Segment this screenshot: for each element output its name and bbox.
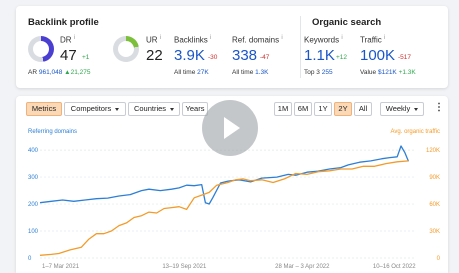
info-icon: i — [159, 35, 162, 41]
left-axis-tick: 400 — [28, 148, 39, 154]
range-1m-button[interactable]: 1M — [274, 102, 292, 116]
x-axis-tick: 28 Mar – 3 Apr 2022 — [275, 264, 330, 270]
left-axis-title: Referring domains — [28, 129, 78, 135]
chevron-down-icon — [115, 107, 120, 111]
ref-domains-all-time: All time 1.3K — [232, 69, 269, 76]
keywords-value[interactable]: 1.1K — [304, 48, 335, 63]
info-icon: i — [210, 35, 212, 41]
range-6m-button[interactable]: 6M — [294, 102, 312, 116]
organic-traffic-line — [39, 160, 409, 256]
info-icon: i — [281, 35, 283, 41]
ref-domains-value[interactable]: 338 — [232, 48, 257, 63]
chevron-down-icon — [170, 107, 175, 111]
traffic-value-row: Value $121K +1.3K — [360, 69, 416, 76]
info-icon: i — [73, 35, 76, 41]
ur-donut-chart — [113, 36, 139, 62]
backlink-profile-title: Backlink profile — [28, 17, 99, 28]
ur-value: 22 — [146, 47, 163, 64]
ref-domains-label[interactable]: Ref. domains i — [232, 35, 283, 45]
range-2y-button[interactable]: 2Y — [334, 102, 352, 116]
years-toggle[interactable]: Years — [182, 102, 208, 116]
x-axis-tick: 13–19 Sep 2021 — [162, 264, 207, 270]
backlinks-delta: -30 — [208, 54, 218, 61]
left-axis-tick: 300 — [28, 175, 39, 181]
dr-value: 47 — [60, 47, 77, 64]
organic-search-title: Organic search — [312, 17, 382, 28]
dr-donut-chart — [28, 36, 54, 62]
keywords-delta: +12 — [336, 54, 348, 61]
dr-label[interactable]: DR i — [60, 35, 75, 45]
right-axis-tick: 120K — [426, 148, 440, 154]
traffic-value[interactable]: 100K — [360, 48, 395, 63]
ref-domains-delta: -47 — [260, 54, 270, 61]
backlinks-all-time: All time 27K — [174, 69, 209, 76]
right-axis-tick: 30K — [429, 229, 440, 235]
keywords-top3: Top 3 255 — [304, 69, 333, 76]
play-video-button[interactable] — [202, 100, 258, 156]
chevron-down-icon — [414, 107, 419, 111]
ar-row: AR 961,048 ▲21,275 — [28, 69, 91, 76]
left-axis-tick: 100 — [28, 229, 39, 235]
left-axis-tick: 200 — [28, 202, 39, 208]
x-axis-tick: 1–7 Mar 2021 — [42, 264, 80, 270]
left-axis-tick: 0 — [28, 256, 32, 262]
backlinks-value[interactable]: 3.9K — [174, 48, 205, 63]
backlinks-label[interactable]: Backlinks i — [174, 35, 211, 45]
right-axis-tick: 60K — [429, 202, 440, 208]
more-options-icon[interactable]: ⋮ — [434, 102, 444, 116]
countries-dropdown[interactable]: Countries — [128, 102, 180, 116]
traffic-chart: 400 300 200 100 0 120K 90K 60K 30K 0 1–7 Mar 2021 1… — [28, 145, 441, 270]
right-axis-tick: 0 — [437, 256, 441, 262]
section-divider — [300, 16, 301, 78]
range-1y-button[interactable]: 1Y — [314, 102, 332, 116]
ur-label[interactable]: UR i — [146, 35, 161, 45]
traffic-label[interactable]: Traffic i — [360, 35, 385, 45]
metrics-tab[interactable]: Metrics — [26, 102, 62, 116]
x-axis-tick: 10–16 Oct 2022 — [373, 264, 416, 270]
keywords-label[interactable]: Keywords i — [304, 35, 343, 45]
dr-delta: +1 — [82, 54, 90, 61]
traffic-delta: -517 — [398, 54, 412, 61]
right-axis-tick: 90K — [429, 175, 440, 181]
range-all-button[interactable]: All — [354, 102, 372, 116]
app-stage: Backlink profile Organic search DR i 47 … — [0, 0, 459, 273]
metrics-card: Backlink profile Organic search DR i 47 … — [16, 6, 448, 88]
info-icon: i — [384, 35, 386, 41]
competitors-dropdown[interactable]: Competitors — [64, 102, 126, 116]
info-icon: i — [341, 35, 343, 41]
right-axis-title: Avg. organic traffic — [390, 129, 440, 135]
interval-dropdown[interactable]: Weekly — [380, 102, 424, 116]
